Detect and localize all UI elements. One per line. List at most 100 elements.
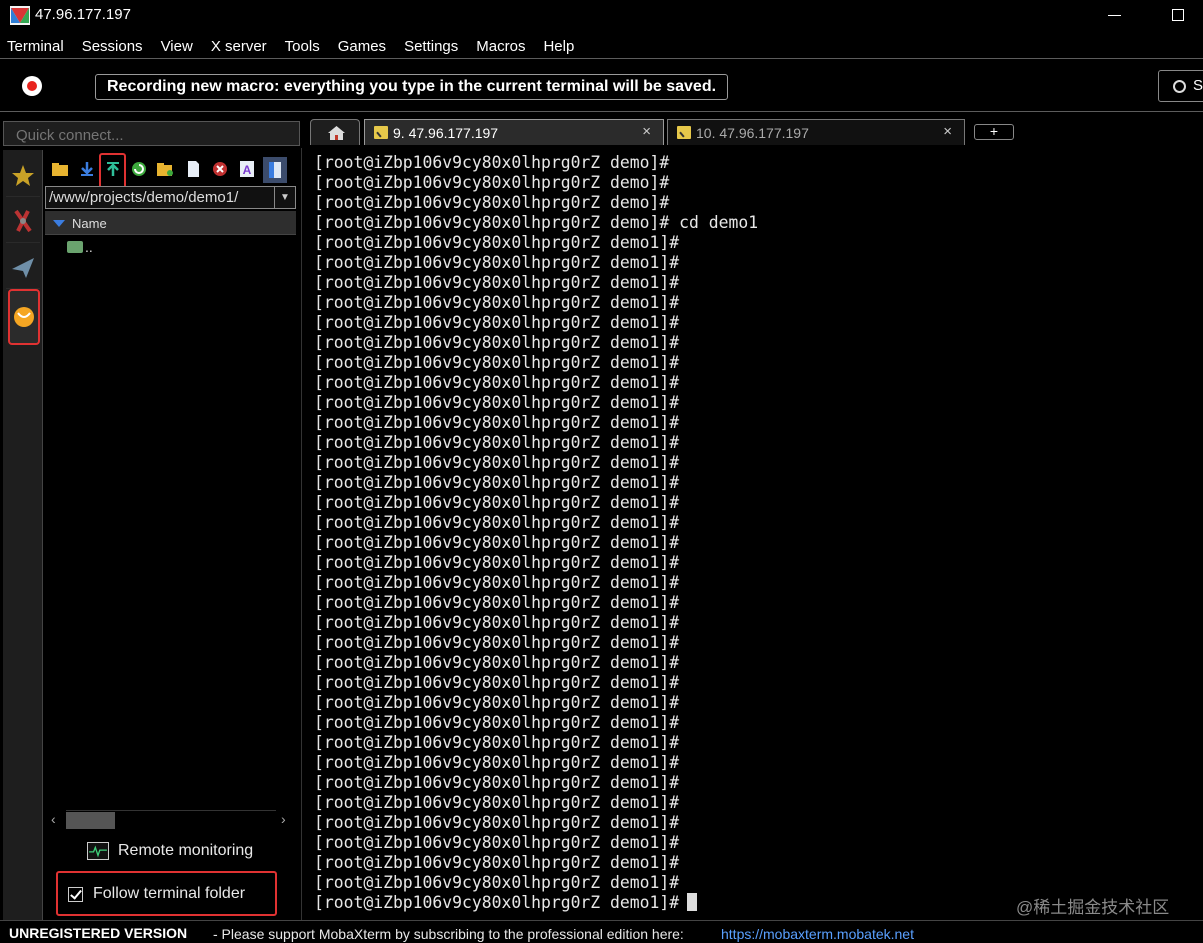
close-icon[interactable]: × bbox=[642, 123, 651, 140]
remote-monitoring-label: Remote monitoring bbox=[118, 842, 254, 859]
terminal-line: [root@iZbp106v9cy80x0lhprg0rZ demo1]# bbox=[314, 633, 680, 652]
unregistered-label: UNREGISTERED VERSION bbox=[9, 925, 188, 941]
record-icon[interactable] bbox=[22, 76, 42, 96]
menu-sessions[interactable]: Sessions bbox=[82, 34, 143, 58]
file-view-icon[interactable] bbox=[263, 157, 287, 183]
stop-macro-button[interactable]: S bbox=[1158, 70, 1203, 102]
terminal-line: [root@iZbp106v9cy80x0lhprg0rZ demo1]# bbox=[314, 273, 680, 292]
menu-games[interactable]: Games bbox=[338, 34, 386, 58]
parent-folder-icon[interactable] bbox=[52, 161, 68, 177]
download-icon[interactable] bbox=[79, 161, 95, 177]
tab-session-9[interactable]: 9. 47.96.177.197 × bbox=[364, 119, 664, 145]
new-file-icon[interactable] bbox=[185, 161, 201, 177]
delete-icon[interactable] bbox=[212, 161, 228, 177]
terminal-area[interactable]: [root@iZbp106v9cy80x0lhprg0rZ demo]# [roo… bbox=[301, 148, 1203, 920]
parent-directory-icon bbox=[67, 241, 83, 253]
terminal-line: [root@iZbp106v9cy80x0lhprg0rZ demo]# cd … bbox=[314, 213, 759, 232]
minimize-icon[interactable] bbox=[1108, 15, 1121, 16]
terminal-line: [root@iZbp106v9cy80x0lhprg0rZ demo1]# bbox=[314, 513, 680, 532]
support-message: - Please support MobaXterm by subscribin… bbox=[213, 926, 684, 942]
terminal-line: [root@iZbp106v9cy80x0lhprg0rZ demo1]# bbox=[314, 713, 680, 732]
macro-recording-message: Recording new macro: everything you type… bbox=[95, 74, 729, 100]
monitor-icon bbox=[87, 842, 109, 860]
new-tab-button[interactable]: + bbox=[974, 124, 1014, 140]
path-dropdown[interactable]: /www/projects/demo/demo1/ ▼ bbox=[45, 186, 296, 209]
menu-bar: Terminal Sessions View X server Tools Ga… bbox=[0, 34, 1203, 58]
quick-connect-input[interactable] bbox=[3, 121, 300, 146]
maximize-icon[interactable] bbox=[1172, 9, 1184, 21]
terminal-line: [root@iZbp106v9cy80x0lhprg0rZ demo1]# bbox=[314, 773, 680, 792]
tools-icon bbox=[14, 209, 32, 233]
terminal-line: [root@iZbp106v9cy80x0lhprg0rZ demo1]# bbox=[314, 613, 680, 632]
menu-help[interactable]: Help bbox=[543, 34, 574, 58]
close-icon[interactable]: × bbox=[943, 123, 952, 140]
tab-bar: 9. 47.96.177.197 × 10. 47.96.177.197 × + bbox=[302, 116, 1203, 148]
sidebar-tools[interactable] bbox=[6, 199, 40, 243]
terminal-line: [root@iZbp106v9cy80x0lhprg0rZ demo1]# bbox=[314, 533, 680, 552]
terminal-line: [root@iZbp106v9cy80x0lhprg0rZ demo1]# bbox=[314, 313, 680, 332]
horizontal-scrollbar[interactable]: ‹ › bbox=[48, 810, 296, 830]
terminal-line: [root@iZbp106v9cy80x0lhprg0rZ demo1]# bbox=[314, 553, 680, 572]
ssh-session-icon bbox=[677, 126, 691, 139]
watermark-text: @稀土掘金技术社区 bbox=[1016, 898, 1170, 917]
menu-x-server[interactable]: X server bbox=[211, 34, 267, 58]
chevron-right-icon[interactable]: › bbox=[281, 811, 286, 827]
home-icon bbox=[328, 126, 345, 140]
terminal-line: [root@iZbp106v9cy80x0lhprg0rZ demo1]# bbox=[314, 353, 680, 372]
terminal-line: [root@iZbp106v9cy80x0lhprg0rZ demo1]# bbox=[314, 793, 680, 812]
terminal-line: [root@iZbp106v9cy80x0lhprg0rZ demo1]# bbox=[314, 413, 680, 432]
paper-plane-icon bbox=[12, 258, 34, 278]
terminal-line: [root@iZbp106v9cy80x0lhprg0rZ demo1]# bbox=[314, 333, 680, 352]
tab-label: 10. 47.96.177.197 bbox=[696, 125, 809, 141]
terminal-line: [root@iZbp106v9cy80x0lhprg0rZ demo1]# bbox=[314, 573, 680, 592]
terminal-line: [root@iZbp106v9cy80x0lhprg0rZ demo1]# bbox=[314, 893, 758, 913]
sidebar-sessions[interactable] bbox=[6, 153, 40, 197]
terminal-line: [root@iZbp106v9cy80x0lhprg0rZ demo1]# bbox=[314, 233, 680, 252]
mobaxterm-logo-icon bbox=[10, 6, 30, 25]
follow-terminal-folder-option[interactable]: Follow terminal folder bbox=[56, 871, 277, 916]
refresh-icon[interactable] bbox=[131, 161, 147, 177]
menu-view[interactable]: View bbox=[161, 34, 193, 58]
macro-recording-bar: Recording new macro: everything you type… bbox=[0, 58, 1203, 112]
menu-terminal[interactable]: Terminal bbox=[7, 34, 64, 58]
file-list-header: Name bbox=[45, 211, 296, 235]
menu-tools[interactable]: Tools bbox=[285, 34, 320, 58]
sidebar-sftp[interactable] bbox=[8, 289, 40, 345]
terminal-line: [root@iZbp106v9cy80x0lhprg0rZ demo1]# bbox=[314, 853, 680, 872]
tab-home[interactable] bbox=[310, 119, 360, 145]
terminal-line: [root@iZbp106v9cy80x0lhprg0rZ demo1]# bbox=[314, 673, 680, 692]
tab-label: 9. 47.96.177.197 bbox=[393, 125, 499, 141]
menu-settings[interactable]: Settings bbox=[404, 34, 458, 58]
terminal-line: [root@iZbp106v9cy80x0lhprg0rZ demo1]# bbox=[314, 493, 680, 512]
rename-icon[interactable]: A bbox=[239, 161, 255, 177]
scrollbar-thumb[interactable] bbox=[66, 812, 115, 829]
svg-text:A: A bbox=[243, 163, 252, 177]
terminal-line: [root@iZbp106v9cy80x0lhprg0rZ demo]# bbox=[314, 173, 670, 192]
terminal-line: [root@iZbp106v9cy80x0lhprg0rZ demo1]# bbox=[314, 473, 680, 492]
status-bar: UNREGISTERED VERSION - Please support Mo… bbox=[0, 920, 1203, 943]
menu-macros[interactable]: Macros bbox=[476, 34, 525, 58]
terminal-line: [root@iZbp106v9cy80x0lhprg0rZ demo1]# bbox=[314, 373, 680, 392]
terminal-line: [root@iZbp106v9cy80x0lhprg0rZ demo]# bbox=[314, 193, 670, 212]
column-header-name[interactable]: Name bbox=[72, 216, 107, 231]
chevron-left-icon[interactable]: ‹ bbox=[51, 811, 56, 827]
sidebar-macros[interactable] bbox=[6, 245, 40, 289]
terminal-line: [root@iZbp106v9cy80x0lhprg0rZ demo1]# bbox=[314, 813, 680, 832]
new-folder-icon[interactable] bbox=[157, 161, 173, 177]
terminal-line: [root@iZbp106v9cy80x0lhprg0rZ demo1]# bbox=[314, 753, 680, 772]
tab-session-10[interactable]: 10. 47.96.177.197 × bbox=[667, 119, 965, 145]
path-value: /www/projects/demo/demo1/ bbox=[49, 189, 239, 206]
upload-highlight-box bbox=[99, 153, 126, 189]
scrollbar-track bbox=[66, 810, 276, 811]
sftp-globe-icon bbox=[14, 307, 34, 327]
terminal-line: [root@iZbp106v9cy80x0lhprg0rZ demo1]# bbox=[314, 453, 680, 472]
terminal-line: [root@iZbp106v9cy80x0lhprg0rZ demo1]# bbox=[314, 733, 680, 752]
sort-desc-icon[interactable] bbox=[53, 220, 65, 227]
ssh-session-icon bbox=[374, 126, 388, 139]
follow-terminal-folder-checkbox[interactable] bbox=[68, 887, 83, 902]
list-item-label: .. bbox=[85, 239, 93, 255]
mobaxterm-link[interactable]: https://mobaxterm.mobatek.net bbox=[721, 926, 914, 942]
chevron-down-icon[interactable]: ▼ bbox=[274, 187, 295, 208]
stop-icon bbox=[1173, 80, 1186, 93]
file-toolbar: A bbox=[45, 153, 298, 189]
